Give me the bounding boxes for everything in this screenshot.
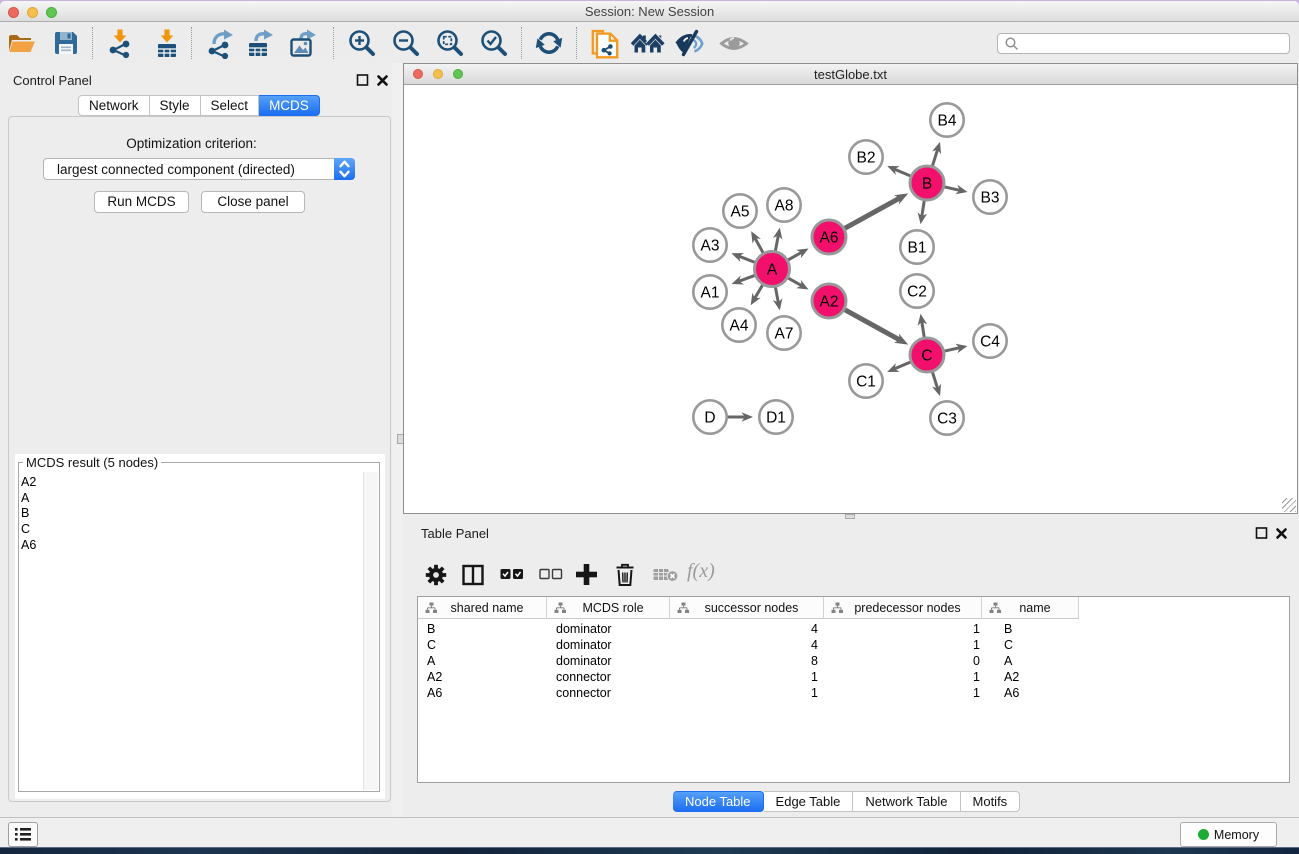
svg-text:A6: A6: [820, 230, 839, 247]
svg-text:A2: A2: [820, 294, 839, 311]
svg-text:C4: C4: [980, 334, 1000, 351]
svg-text:C1: C1: [856, 374, 876, 391]
svg-text:B: B: [922, 176, 932, 193]
svg-text:B1: B1: [908, 240, 927, 257]
svg-text:A4: A4: [730, 318, 749, 335]
svg-text:A5: A5: [731, 204, 750, 221]
svg-text:A: A: [767, 262, 778, 279]
svg-text:B3: B3: [981, 190, 1000, 207]
svg-text:C3: C3: [937, 411, 957, 428]
svg-text:D1: D1: [766, 410, 786, 427]
svg-text:B4: B4: [938, 113, 957, 130]
svg-text:A8: A8: [775, 198, 794, 215]
svg-text:C2: C2: [907, 284, 927, 301]
svg-text:A3: A3: [701, 238, 720, 255]
svg-text:A1: A1: [701, 285, 720, 302]
svg-text:B2: B2: [857, 150, 876, 167]
svg-text:A7: A7: [775, 326, 794, 343]
svg-text:C: C: [921, 348, 932, 365]
svg-text:D: D: [704, 410, 715, 427]
